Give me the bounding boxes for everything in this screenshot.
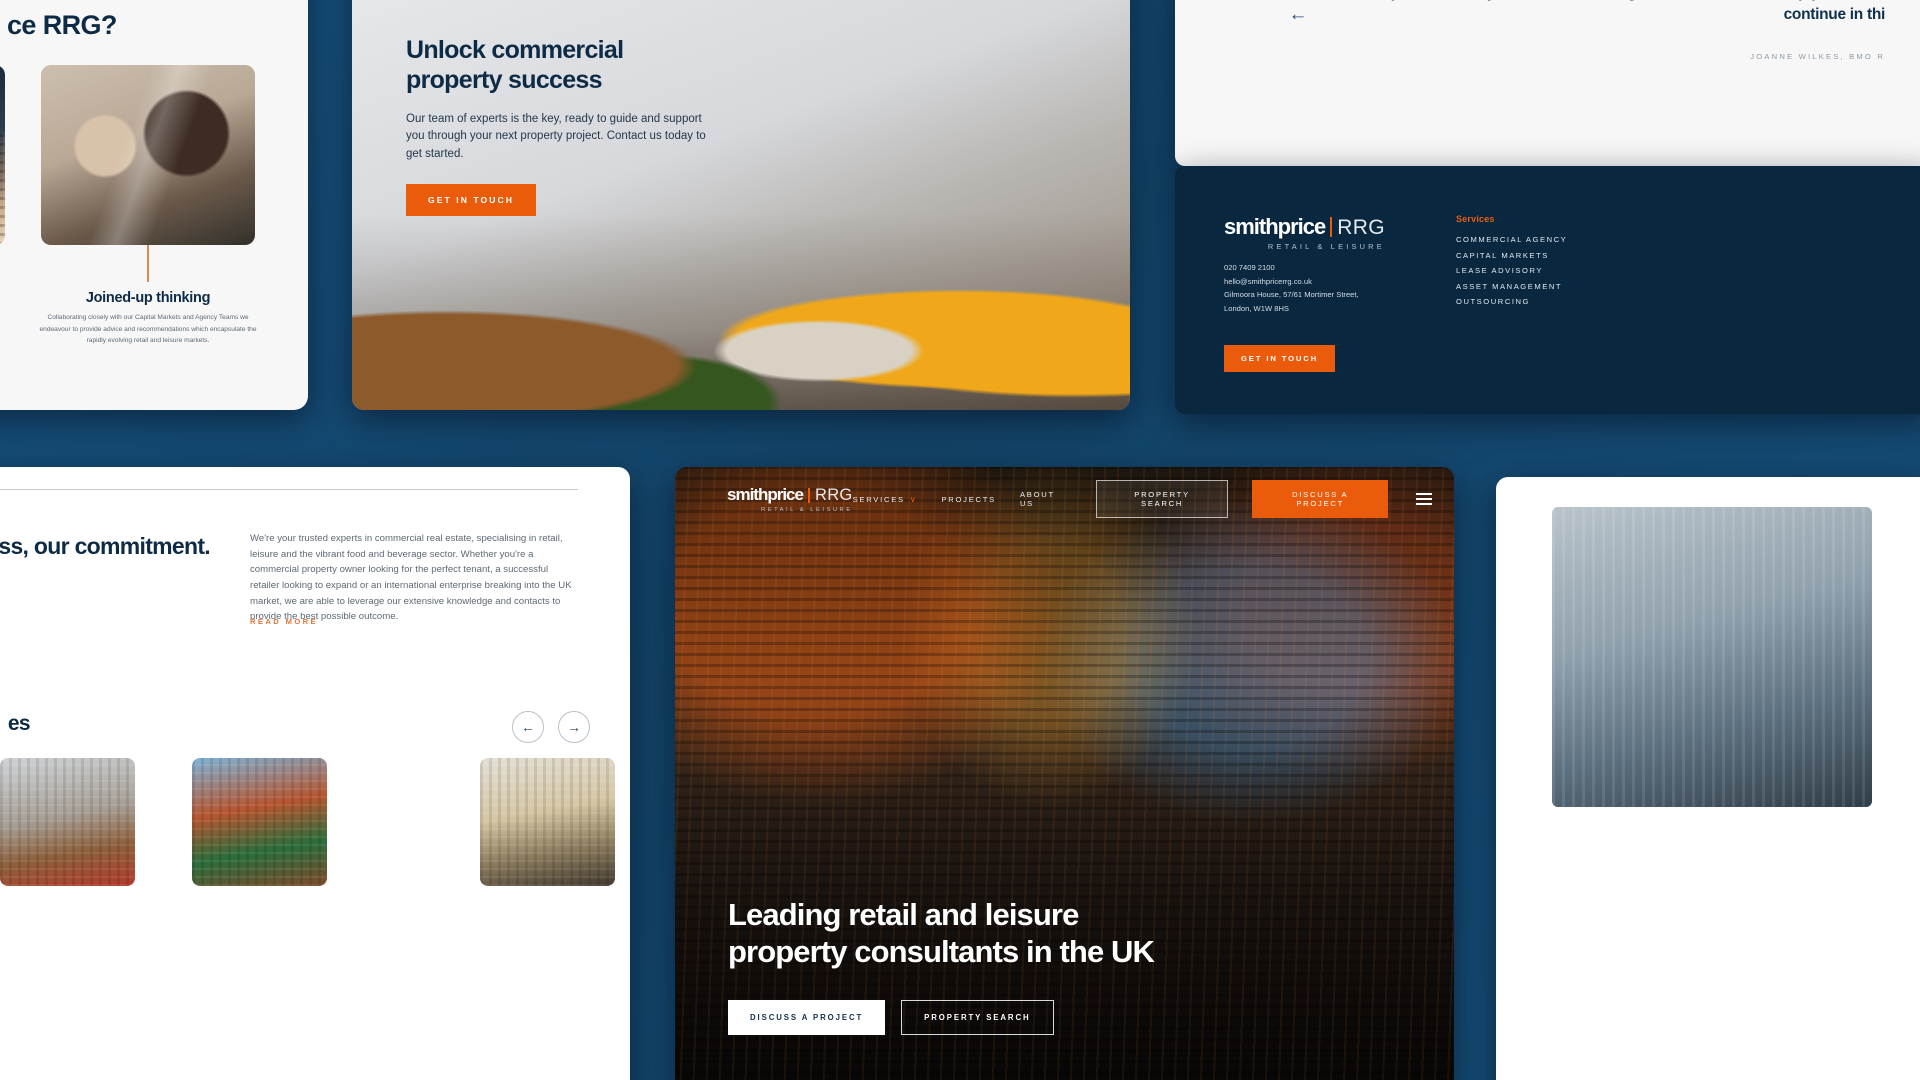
burger-line: [1416, 493, 1433, 495]
footer-service-item[interactable]: ASSET MANAGEMENT: [1456, 282, 1567, 291]
nav-item-services[interactable]: SERVICES ∨: [853, 495, 918, 504]
footer-contact-block: 020 7409 2100 hello@smithpricerrg.co.uk …: [1224, 261, 1359, 315]
joined-up-thinking-caption: Joined-up thinking: [85, 290, 211, 306]
presentation-backdrop: ce RRG? Joined-up thinking tail and arge…: [0, 0, 1920, 1080]
hero-title-line2: property consultants in the UK: [728, 933, 1155, 969]
get-in-touch-button[interactable]: GET IN TOUCH: [406, 184, 536, 217]
testimonial-prev-arrow-icon[interactable]: ←: [1285, 2, 1311, 28]
footer-logo: smithprice RRG RETAIL & LEISURE: [1224, 214, 1385, 251]
footer-address-line1: Gilmoora House, 57/61 Mortimer Street,: [1224, 290, 1359, 300]
footer-services-block: Services COMMERCIAL AGENCY CAPITAL MARKE…: [1456, 214, 1567, 313]
nav-services-label: SERVICES: [852, 494, 905, 504]
city-skyline-image: [0, 65, 5, 245]
testimonial-author: JOANNE WILKES, BMO R: [1750, 52, 1885, 61]
hero-title-line1: Leading retail and leisure: [728, 896, 1079, 932]
burger-line: [1416, 498, 1433, 500]
why-rrg-title: ce RRG?: [7, 10, 117, 40]
horizontal-divider: [0, 489, 578, 490]
service-thumbnail[interactable]: [192, 758, 327, 886]
carousel-prev-arrow-icon[interactable]: ←: [512, 711, 544, 743]
commitment-title: ness, our commitment.: [0, 533, 211, 559]
site-navigation-bar: smithprice RRG RETAIL & LEISURE SERVICES…: [675, 467, 1454, 531]
hero-logo[interactable]: smithprice RRG RETAIL & LEISURE: [727, 485, 853, 513]
carousel-next-arrow-icon[interactable]: →: [558, 711, 590, 743]
logo-wordmark: smithprice: [727, 485, 804, 504]
footer-get-in-touch-button[interactable]: GET IN TOUCH: [1224, 345, 1336, 372]
site-footer-card: smithprice RRG RETAIL & LEISURE 020 7409…: [1175, 166, 1920, 414]
right-edge-card: [1496, 477, 1920, 1080]
nav-item-about-us[interactable]: ABOUT US: [1020, 490, 1072, 508]
logo-tagline: RETAIL & LEISURE: [1267, 242, 1385, 251]
service-thumbnail[interactable]: [480, 758, 615, 886]
footer-service-item[interactable]: LEASE ADVISORY: [1456, 266, 1567, 275]
commitment-card: ness, our commitment. We're your trusted…: [0, 467, 630, 1080]
unlock-copy-block: Unlock commercial property success Our t…: [406, 36, 706, 217]
nav-property-search-button[interactable]: PROPERTY SEARCH: [1095, 480, 1229, 518]
footer-services-list: COMMERCIAL AGENCY CAPITAL MARKETS LEASE …: [1456, 235, 1567, 306]
burger-line: [1416, 503, 1433, 505]
footer-service-item[interactable]: OUTSOURCING: [1456, 297, 1567, 306]
hamburger-menu-icon[interactable]: [1416, 493, 1433, 505]
footer-services-title: Services: [1456, 214, 1495, 224]
footer-phone[interactable]: 020 7409 2100: [1224, 261, 1359, 275]
people-meeting-image: [41, 65, 255, 245]
logo-divider-bar: [1330, 217, 1333, 237]
hero-cta-group: DISCUSS A PROJECT PROPERTY SEARCH: [728, 1000, 1154, 1035]
footer-service-item[interactable]: COMMERCIAL AGENCY: [1456, 235, 1567, 244]
footer-email[interactable]: hello@smithpricerrg.co.uk: [1224, 275, 1359, 289]
unlock-subtitle: Our team of experts is the key, ready to…: [406, 113, 706, 160]
nav-menu: SERVICES ∨ PROJECTS ABOUT US PROPERTY SE…: [853, 480, 1433, 518]
testimonial-card: ← over 25 years and they have been i of …: [1175, 0, 1920, 166]
logo-rrg-text: RRG: [1337, 216, 1385, 239]
hero-title: Leading retail and leisure property cons…: [728, 896, 1155, 970]
logo-tagline: RETAIL & LEISURE: [761, 507, 853, 513]
hero-property-search-button[interactable]: PROPERTY SEARCH: [901, 1000, 1054, 1035]
service-thumbnail[interactable]: [0, 758, 135, 886]
sliver-thumbnail-image: [1552, 507, 1872, 807]
why-rrg-card: ce RRG? Joined-up thinking tail and arge…: [0, 0, 308, 410]
why-rrg-body: Collaborating closely with our Capital M…: [39, 314, 257, 345]
services-section-title: es: [7, 712, 31, 735]
logo-wordmark: smithprice: [1224, 214, 1326, 239]
chevron-down-icon: ∨: [909, 494, 918, 504]
testimonial-quote: over 25 years and they have been i of a …: [1335, 0, 1886, 23]
read-more-link[interactable]: READ MORE: [250, 617, 318, 626]
unlock-property-card: Unlock commercial property success Our t…: [352, 0, 1130, 410]
hero-copy-block: Leading retail and leisure property cons…: [728, 896, 1155, 1035]
hero-discuss-project-button[interactable]: DISCUSS A PROJECT: [728, 1000, 886, 1035]
connector-line: [147, 245, 149, 282]
footer-address-line2: London, W1W 8HS: [1224, 303, 1289, 313]
footer-service-item[interactable]: CAPITAL MARKETS: [1456, 251, 1567, 260]
homepage-hero-card: smithprice RRG RETAIL & LEISURE SERVICES…: [675, 467, 1454, 1080]
nav-discuss-project-button[interactable]: DISCUSS A PROJECT: [1252, 480, 1389, 518]
nav-item-projects[interactable]: PROJECTS: [941, 495, 996, 504]
logo-rrg-text: RRG: [814, 486, 853, 504]
commitment-body: We're your trusted experts in commercial…: [250, 533, 572, 623]
unlock-title: Unlock commercial property success: [406, 36, 624, 94]
logo-divider-bar: [807, 487, 810, 503]
